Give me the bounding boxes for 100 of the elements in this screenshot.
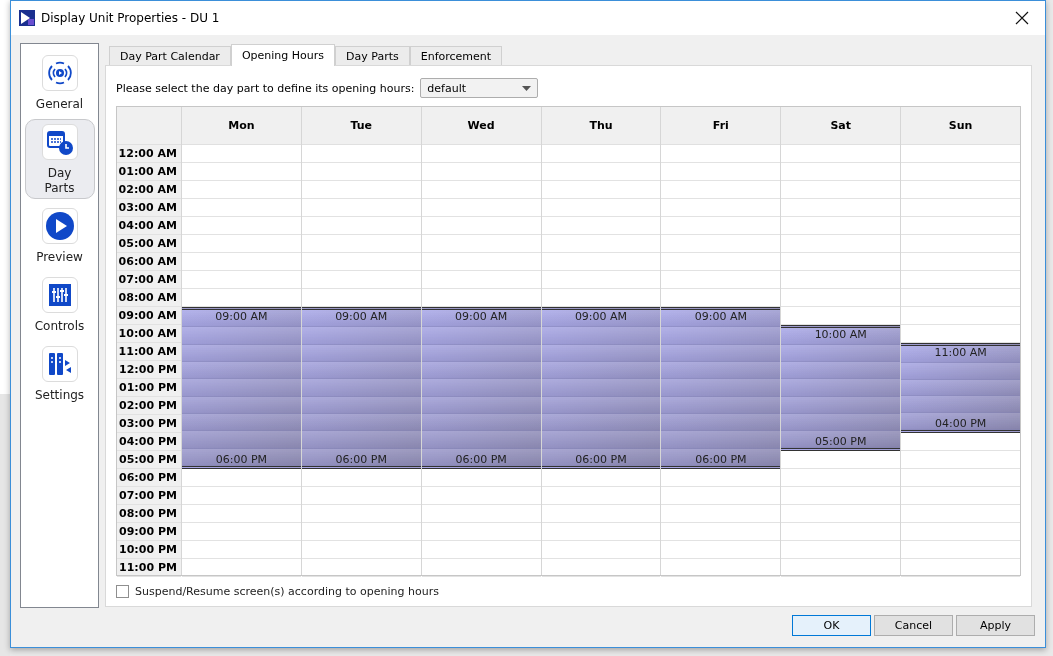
open-hour-cell[interactable] [181,362,301,380]
open-hour-cell[interactable] [301,362,421,380]
open-hour-cell[interactable] [421,344,541,362]
tab[interactable]: Enforcement [409,46,503,65]
hour-label: 05:00 AM [117,235,181,253]
navigation-item[interactable]: General [24,50,95,115]
open-hour-cell[interactable] [301,431,421,449]
open-hour-cell[interactable] [181,310,301,328]
open-hour-cell[interactable] [421,396,541,414]
opening-hours-block[interactable]: 09:00 AM 06:00 PM [661,307,781,469]
opening-hours-block[interactable]: 11:00 AM 04:00 PM [901,343,1021,433]
open-hour-cell[interactable] [781,430,901,448]
open-hour-cell[interactable] [541,379,661,397]
open-hour-cell[interactable] [421,448,541,466]
open-hour-cell[interactable] [661,396,781,414]
open-hour-cell[interactable] [301,396,421,414]
open-hour-cell[interactable] [541,396,661,414]
dialog-button[interactable]: Apply [956,615,1035,636]
opening-hours-block[interactable]: 10:00 AM 05:00 PM [781,325,901,451]
open-hour-cell[interactable] [181,379,301,397]
open-hour-cell[interactable] [901,396,1021,414]
open-hour-cell[interactable] [421,431,541,449]
hour-label: 04:00 PM [117,433,181,451]
hour-label: 06:00 AM [117,253,181,271]
opening-time: 10:00 AM [814,328,867,341]
open-hour-cell[interactable] [781,362,901,380]
open-hour-cell[interactable] [421,327,541,345]
open-hour-cell[interactable] [541,448,661,466]
opening-hours-block[interactable]: 09:00 AM 06:00 PM [301,307,421,469]
open-hour-cell[interactable] [781,396,901,414]
open-hour-cell[interactable] [661,327,781,345]
open-hour-cell[interactable] [301,413,421,432]
day-header: Sat [781,107,901,145]
dialog-button[interactable]: Cancel [874,615,953,636]
checkbox-label: Suspend/Resume screen(s) according to opening hours [135,585,439,598]
open-hour-cell[interactable] [661,362,781,380]
open-hour-cell[interactable] [541,413,661,432]
open-hour-cell[interactable] [781,379,901,397]
open-hour-cell[interactable] [421,310,541,328]
open-hour-cell[interactable] [661,413,781,432]
tab[interactable]: Day Part Calendar [109,46,231,65]
open-hour-cell[interactable] [661,448,781,466]
opening-hours-block[interactable]: 09:00 AM 06:00 PM [181,307,301,469]
open-hour-cell[interactable] [541,431,661,449]
open-hour-cell[interactable] [421,413,541,432]
open-hour-cell[interactable] [301,310,421,328]
navigation-item[interactable]: Day Parts [24,119,95,199]
open-hour-cell[interactable] [181,327,301,345]
open-hour-cell[interactable] [781,328,901,346]
hour-label: 10:00 PM [117,541,181,559]
open-hour-cell[interactable] [781,345,901,363]
open-hour-cell[interactable] [541,344,661,362]
day-part-dropdown[interactable]: default [420,78,539,98]
open-hour-cell[interactable] [661,344,781,362]
open-hour-cell[interactable] [301,379,421,397]
navigation-item[interactable]: Controls [24,272,95,337]
open-hour-cell[interactable] [181,344,301,362]
open-hour-cell[interactable] [541,362,661,380]
open-hour-cell[interactable] [661,310,781,328]
hour-label: 11:00 PM [117,559,181,577]
navigation-item[interactable]: Preview [24,203,95,268]
open-hour-cell[interactable] [181,431,301,449]
navigation-label: General [35,97,84,112]
open-hour-cell[interactable] [901,413,1021,430]
open-hour-cell[interactable] [421,379,541,397]
open-hour-cell[interactable] [301,344,421,362]
closing-time: 06:00 PM [575,453,627,466]
open-hour-cell[interactable] [901,346,1021,363]
tab[interactable]: Day Parts [335,46,410,65]
opening-hours-block[interactable]: 09:00 AM 06:00 PM [421,307,541,469]
opening-hours-block[interactable]: 09:00 AM 06:00 PM [541,307,661,469]
open-hour-cell[interactable] [181,448,301,466]
hour-label: 03:00 PM [117,415,181,433]
open-hour-cell[interactable] [181,413,301,432]
day-header: Wed [421,107,541,145]
hour-label: 02:00 PM [117,397,181,415]
opening-time: 09:00 AM [574,310,628,323]
open-hour-cell[interactable] [541,327,661,345]
hour-label: 12:00 AM [117,145,181,163]
open-hour-cell[interactable] [301,448,421,466]
hour-label: 10:00 AM [117,325,181,343]
open-hour-cell[interactable] [541,310,661,328]
checkbox[interactable] [116,585,129,598]
open-hour-cell[interactable] [901,379,1021,397]
open-hour-cell[interactable] [421,362,541,380]
open-hour-cell[interactable] [181,396,301,414]
hour-label: 08:00 PM [117,505,181,523]
tab[interactable]: Opening Hours [230,44,336,66]
hour-label: 07:00 PM [117,487,181,505]
closing-time: 06:00 PM [695,453,747,466]
open-hour-cell[interactable] [661,431,781,449]
open-hour-cell[interactable] [301,327,421,345]
dialog-button[interactable]: OK [792,615,871,636]
opening-time: 11:00 AM [934,346,987,359]
open-hour-cell[interactable] [661,379,781,397]
navigation-item[interactable]: Settings [24,341,95,406]
day-header: Sun [901,107,1021,145]
caret-icon [522,85,532,91]
open-hour-cell[interactable] [781,413,901,431]
open-hour-cell[interactable] [901,362,1021,380]
